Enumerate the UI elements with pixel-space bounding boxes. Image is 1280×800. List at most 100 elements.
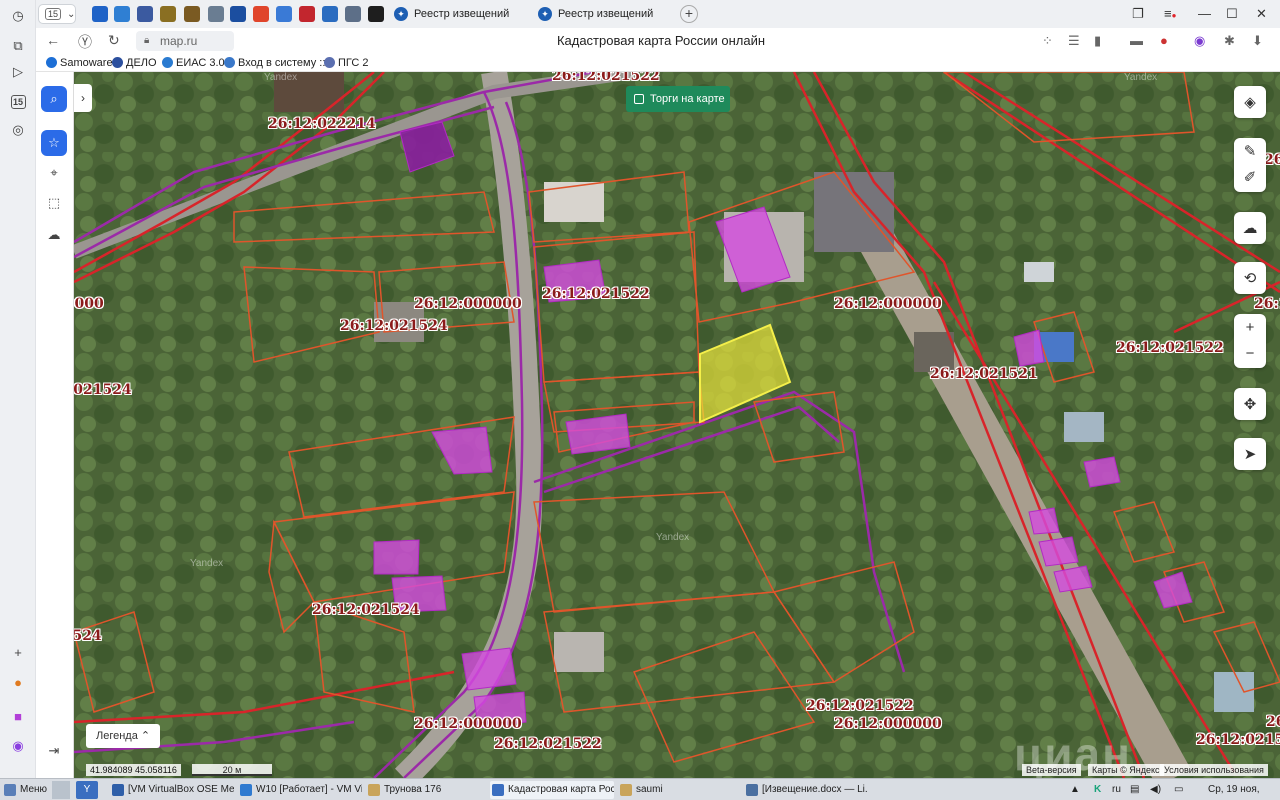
close-button[interactable]: ✕ [1256,6,1267,22]
pinned-tab-icon[interactable] [92,6,108,22]
screenshot-icon[interactable]: ◎ [8,120,28,140]
bookmark-eias[interactable]: ЕИАС 3.0 [162,56,225,70]
pan-button[interactable]: ✥ [1234,388,1266,420]
extensions-icon[interactable]: ✱ [1224,33,1235,49]
pinned-tab-icon[interactable] [299,6,315,22]
pinned-tab-icon[interactable] [208,6,224,22]
measure-tools[interactable]: ✎ ✐ [1234,138,1266,192]
tab-registry-1[interactable]: ✦ Реестр извещений [388,3,528,25]
share-button[interactable]: ⟲ [1234,262,1266,294]
taskbar-item-folder[interactable]: Трунова 176 [366,781,482,799]
browser-icon [492,784,504,796]
messenger-icon[interactable]: ■ [8,706,28,726]
zoom-controls[interactable]: + − [1234,314,1266,368]
extension-icon[interactable]: ◉ [1194,33,1205,49]
select-area-icon[interactable]: ⬚ [41,190,67,216]
collections-icon[interactable]: ⧉ [8,36,28,56]
eias-icon [162,57,173,68]
history-icon[interactable]: ◷ [8,6,28,26]
cadastral-label: 26:12:021524 [74,382,132,398]
expand-panel-button[interactable]: › [74,84,92,112]
bookmark-label: Вход в систему :: [238,57,326,69]
ruler-icon[interactable]: ✎ [1244,139,1257,165]
tabs-counter-icon[interactable]: 15 [8,92,28,112]
cloud-icon[interactable]: ☁ [41,222,67,248]
pinned-tab-icon[interactable] [276,6,292,22]
samoware-icon [46,57,57,68]
tab-strip: 15 ⌄ ✦ Реестр извещений ✦ Реестр извещен… [36,0,1280,28]
auction-checkbox[interactable] [634,94,644,104]
extension-icon[interactable]: ▬ [1130,33,1143,48]
kaspersky-icon[interactable]: K [1094,781,1101,799]
browser-taskbar-icon[interactable]: Y [76,781,98,799]
locate-button[interactable]: ➤ [1234,438,1266,470]
pinned-tab-icon[interactable] [322,6,338,22]
taskbar-label: Трунова 176 [384,784,442,795]
reload-button[interactable]: ↻ [108,32,120,49]
alice-icon[interactable]: ◉ [8,736,28,756]
taskbar-item-browser[interactable]: Кадастровая карта Рос... [490,781,614,799]
attribution-link[interactable]: Карты © Яндекс [1088,764,1164,776]
media-icon[interactable]: ▷ [8,62,28,82]
mail-icon[interactable]: ● [8,672,28,692]
legend-button[interactable]: Легенда ⌃ [86,724,160,748]
polygon-tool-icon[interactable]: ⌖ [41,160,67,186]
new-tab-button[interactable]: + [680,5,698,23]
tab-registry-2[interactable]: ✦ Реестр извещений [532,3,672,25]
start-menu-button[interactable]: Меню [2,781,48,799]
pinned-tab-icon[interactable] [230,6,246,22]
clock[interactable]: Ср, 19 ноя, 14:56 [1208,781,1280,800]
pinned-tab-icon[interactable] [184,6,200,22]
extension-icon[interactable]: ● [1160,33,1168,48]
reader-icon[interactable]: ☰ [1068,33,1080,49]
cadastral-map[interactable]: Yandex Yandex Yandex Yandex 26:12:021522… [74,72,1280,778]
bookmark-pgs2[interactable]: ПГС 2 [324,56,369,70]
add-icon[interactable]: + [8,642,28,662]
bookmark-icon[interactable]: ▮ [1094,33,1101,49]
layers-button[interactable]: ◈ [1234,86,1266,118]
cloud-upload-button[interactable]: ☁ [1234,212,1266,244]
logout-icon[interactable]: ⇥ [41,738,67,764]
bookmark-login[interactable]: Вход в систему :: [224,56,325,70]
search-button[interactable]: ⌕ [41,86,67,112]
taskbar-item-w10[interactable]: W10 [Работает] - VM Vi... [238,781,362,799]
apps-icon[interactable]: ⁘ [1042,33,1053,49]
zoom-out-button[interactable]: − [1246,341,1255,367]
taskbar-item-document[interactable]: [Извещение.docx — Li... [744,781,868,799]
pinned-tab-icon[interactable] [137,6,153,22]
tab-count: 15 [45,8,62,20]
zoom-in-button[interactable]: + [1246,315,1255,341]
cadastral-label: 26:12:021522 [552,72,660,84]
terms-link[interactable]: Условия использования [1160,764,1268,776]
pinned-tab-icon[interactable] [368,6,384,22]
edit-icon[interactable]: ✐ [1244,165,1257,191]
pinned-tab-icon[interactable] [253,6,269,22]
bookmark-samoware[interactable]: Samoware [46,56,113,70]
volume-icon[interactable]: ◀) [1150,781,1161,799]
favorites-star-icon[interactable]: ☆ [41,130,67,156]
menu-icon[interactable]: ≡● [1164,6,1176,21]
pinned-tab-icon[interactable] [114,6,130,22]
taskbar-item-virtualbox[interactable]: [VM VirtualBox OSE Me... [110,781,234,799]
keyboard-layout[interactable]: ru [1112,781,1121,799]
files-icon[interactable] [52,781,70,799]
taskbar-item-saumi[interactable]: saumi [618,781,738,799]
yandex-icon[interactable]: Ⓨ [78,32,92,52]
folder-icon [620,784,632,796]
display-icon[interactable]: ▭ [1174,781,1183,799]
tab-counter-button[interactable]: 15 ⌄ [38,4,76,24]
back-button[interactable]: ← [46,32,60,48]
tray-icon[interactable]: ▲ [1070,781,1080,799]
bookmark-delo[interactable]: ДЕЛО [112,56,157,70]
vm-icon [240,784,252,796]
network-icon[interactable]: ▤ [1130,781,1139,799]
auction-toggle[interactable]: Торги на карте [626,86,730,112]
url-field[interactable]: 🔒︎ map.ru [136,31,234,51]
maximize-button[interactable]: ☐ [1226,6,1238,22]
pinned-tab-icon[interactable] [160,6,176,22]
tab-manager-icon[interactable]: ❐ [1132,6,1144,22]
cloud-upload-icon: ☁ [1242,220,1258,237]
pinned-tab-icon[interactable] [345,6,361,22]
minimize-button[interactable]: — [1198,6,1211,21]
downloads-icon[interactable]: ⬇ [1252,33,1263,49]
